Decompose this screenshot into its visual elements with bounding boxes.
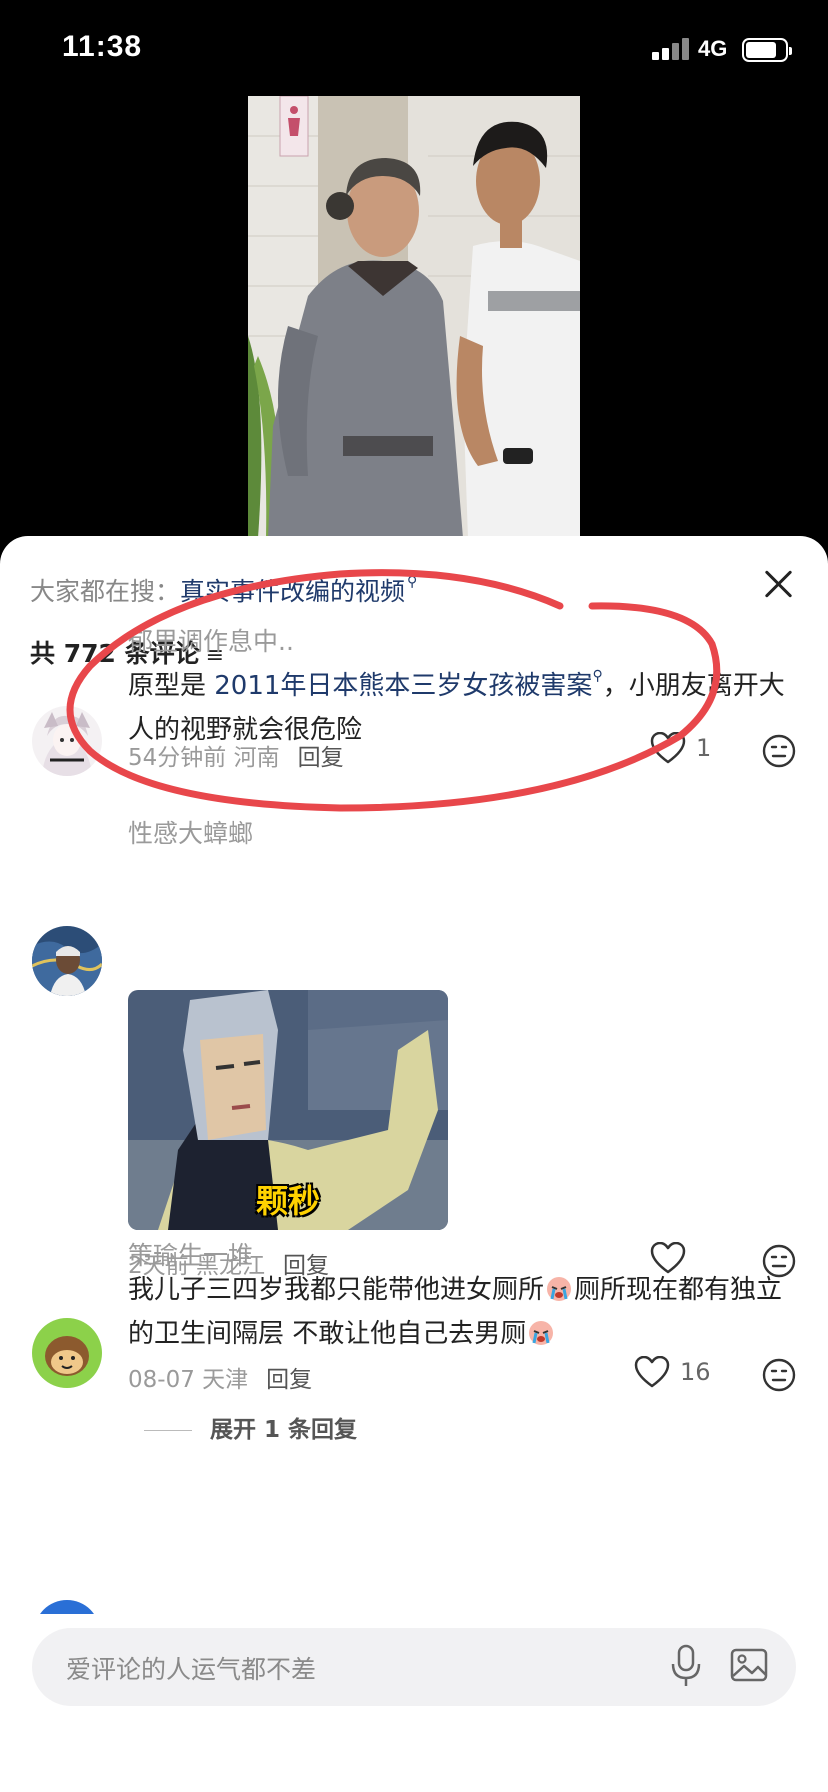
expand-replies-button[interactable]: 展开 1 条回复	[144, 1410, 357, 1444]
comment-time: 08-07	[128, 1367, 195, 1393]
video-player[interactable]	[248, 96, 580, 538]
heart-icon	[634, 1356, 670, 1388]
like-button[interactable]: 16	[634, 1356, 711, 1388]
trending-search[interactable]: 大家都在搜：真实事件改编的视频 ⚲	[30, 572, 417, 608]
comment-keyword-link[interactable]: 2011年日本熊本三岁女孩被害案	[214, 671, 592, 701]
reply-button[interactable]: 回复	[266, 1367, 312, 1393]
image-icon[interactable]	[730, 1646, 768, 1684]
expand-replies-label: 展开 1 条回复	[210, 1417, 358, 1443]
comment-username[interactable]: 策瑜生一堆	[128, 1236, 253, 1272]
status-bar: 11:38 4G	[0, 0, 828, 96]
video-frame-image	[248, 96, 580, 538]
comment-text-part: 原型是	[128, 671, 215, 701]
search-icon: ⚲	[407, 574, 418, 590]
comment-text: 我儿子三四岁我都只能带他进女厕所 厕所现在都有独立的卫生间隔层 不敢让他自己去男厕	[128, 1268, 792, 1356]
comment-location: 天津	[202, 1367, 249, 1393]
comment-meta: 54分钟前 河南 回复	[128, 738, 344, 772]
trending-search-keyword[interactable]: 真实事件改编的视频	[180, 577, 405, 606]
comment-meta: 08-07 天津 回复	[128, 1360, 312, 1394]
heart-icon	[650, 732, 686, 764]
crying-emoji-icon	[547, 1277, 572, 1301]
like-count: 1	[696, 734, 712, 762]
network-type: 4G	[698, 36, 728, 61]
close-button[interactable]	[758, 564, 798, 604]
microphone-icon[interactable]	[670, 1644, 702, 1688]
reply-button[interactable]: 回复	[298, 745, 344, 771]
avatar[interactable]	[34, 1600, 100, 1614]
avatar[interactable]	[32, 1318, 102, 1388]
battery-icon	[742, 38, 792, 62]
status-time: 11:38	[62, 30, 143, 63]
comment-gif[interactable]: 颗秒	[128, 990, 448, 1230]
like-button[interactable]: 1	[650, 732, 711, 764]
comment-username[interactable]: 性感大蟑螂	[128, 814, 253, 850]
expand-divider	[144, 1430, 192, 1431]
comment-location: 河南	[233, 745, 280, 771]
signal-icon	[652, 38, 690, 60]
gif-caption: 颗秒	[255, 1182, 320, 1220]
crying-emoji-icon	[529, 1321, 554, 1345]
search-icon: ⚲	[592, 668, 603, 684]
like-count: 16	[680, 1358, 711, 1386]
dislike-face-icon[interactable]	[762, 1358, 796, 1392]
avatar[interactable]	[32, 926, 102, 996]
dislike-face-icon[interactable]	[762, 734, 796, 768]
comment-time: 54分钟前	[128, 745, 227, 771]
avatar[interactable]	[32, 706, 102, 776]
comment-input-placeholder: 爱评论的人运气都不差	[66, 1655, 317, 1684]
comment-text-part: 我儿子三四岁我都只能带他进女厕所	[128, 1275, 545, 1305]
trending-search-prefix: 大家都在搜：	[30, 577, 181, 606]
comment-input[interactable]: 爱评论的人运气都不差	[32, 1628, 796, 1706]
comment-username[interactable]: 郁里调作息中..	[128, 622, 294, 658]
comment-sheet: 大家都在搜：真实事件改编的视频 ⚲ 共 772 条评论 ≡ 郁里调作息中.. 原型是…	[0, 536, 828, 1792]
